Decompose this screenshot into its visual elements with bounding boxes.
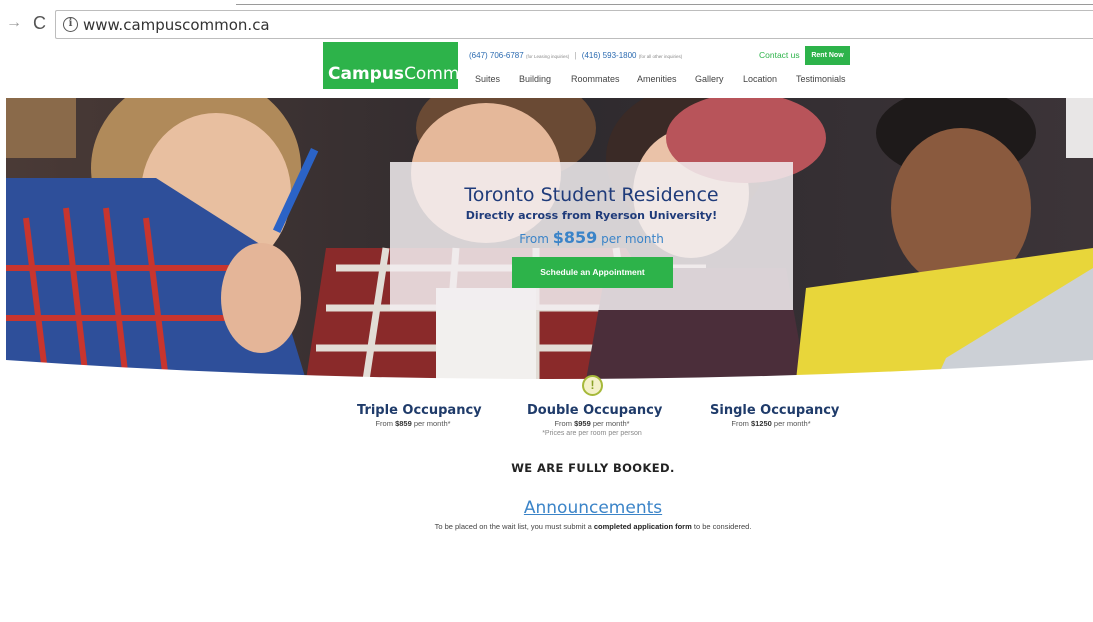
hero-price: From $859 per month bbox=[519, 228, 664, 247]
double-occupancy[interactable]: Double Occupancy From $959 per month* *P… bbox=[527, 403, 662, 437]
nav-suites[interactable]: Suites bbox=[475, 74, 500, 84]
general-phone-note: (for all other inquiries) bbox=[638, 54, 683, 59]
application-form-link[interactable]: completed application form bbox=[594, 522, 692, 531]
single-occupancy[interactable]: Single Occupancy From $1250 per month* bbox=[710, 403, 839, 428]
triple-occupancy[interactable]: Triple Occupancy From $859 per month* bbox=[357, 403, 482, 428]
nav-building[interactable]: Building bbox=[519, 74, 551, 84]
browser-toolbar: → C i www.campuscommon.ca bbox=[0, 0, 1093, 44]
hero-title: Toronto Student Residence bbox=[464, 184, 719, 206]
contact-us-link[interactable]: Contact us bbox=[759, 50, 800, 60]
price-note: *Prices are per room per person bbox=[542, 430, 642, 437]
reload-icon[interactable]: C bbox=[33, 14, 46, 32]
general-phone[interactable]: (416) 593-1800 bbox=[582, 51, 637, 60]
page: → C i www.campuscommon.ca CampusCommon (… bbox=[0, 0, 1093, 622]
announcements-heading[interactable]: Announcements bbox=[0, 498, 1093, 518]
hero-panel: Toronto Student Residence Directly acros… bbox=[390, 162, 793, 310]
triple-occupancy-price: From $859 per month* bbox=[375, 419, 451, 428]
tab-strip-edge bbox=[236, 4, 1093, 5]
double-occupancy-price: From $959 per month* bbox=[554, 419, 630, 428]
nav-roommates[interactable]: Roommates bbox=[571, 74, 620, 84]
fully-booked-status: WE ARE FULLY BOOKED. bbox=[511, 461, 675, 475]
nav-gallery[interactable]: Gallery bbox=[695, 74, 724, 84]
nav-testimonials[interactable]: Testimonials bbox=[796, 74, 846, 84]
warning-icon: ! bbox=[582, 375, 603, 396]
rent-now-button[interactable]: Rent Now bbox=[805, 46, 850, 65]
address-bar[interactable]: i www.campuscommon.ca bbox=[55, 10, 1093, 39]
phone-numbers: (647) 706-6787 (for Leasing inquiries) |… bbox=[469, 51, 682, 60]
url-text[interactable]: www.campuscommon.ca bbox=[83, 16, 270, 34]
leasing-phone[interactable]: (647) 706-6787 bbox=[469, 51, 524, 60]
single-occupancy-price: From $1250 per month* bbox=[731, 419, 811, 428]
main-nav: Suites Building Roommates Amenities Gall… bbox=[0, 74, 1093, 86]
phone-separator: | bbox=[574, 51, 577, 60]
leasing-phone-note: (for Leasing inquiries) bbox=[525, 54, 570, 59]
info-icon[interactable]: i bbox=[63, 17, 78, 32]
nav-location[interactable]: Location bbox=[743, 74, 777, 84]
schedule-appointment-button[interactable]: Schedule an Appointment bbox=[512, 257, 673, 288]
forward-arrow-icon[interactable]: → bbox=[6, 14, 22, 32]
hero-subtitle: Directly across from Ryerson University! bbox=[465, 209, 718, 222]
nav-amenities[interactable]: Amenities bbox=[637, 74, 677, 84]
announcements-text: To be placed on the wait list, you must … bbox=[434, 522, 752, 531]
